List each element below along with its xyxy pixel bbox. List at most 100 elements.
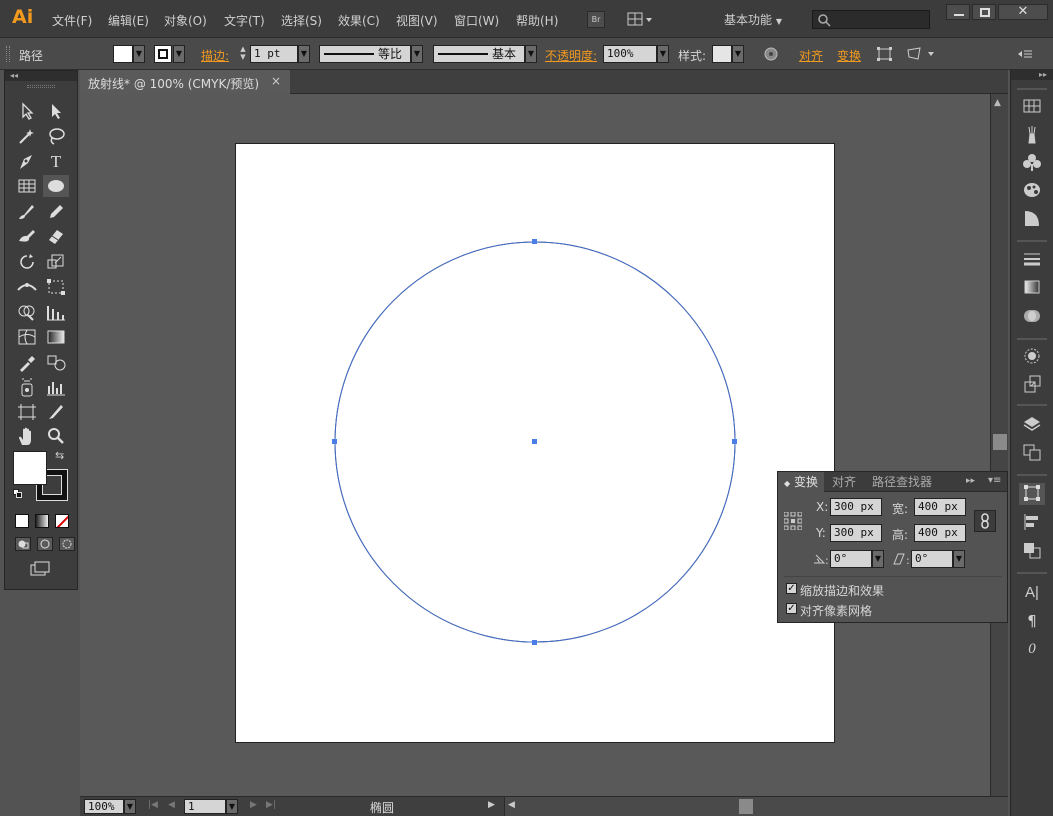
artboard-number-dropdown[interactable]: ▼ (226, 799, 238, 814)
menu-window[interactable]: 窗口(W) (454, 12, 499, 29)
layers-panel-icon[interactable] (1019, 414, 1045, 436)
y-field[interactable]: 300 px (830, 524, 882, 542)
menu-edit[interactable]: 编辑(E) (108, 12, 149, 29)
stroke-label[interactable]: 描边: (201, 47, 229, 64)
bridge-button[interactable]: Br (587, 11, 605, 28)
fill-color-box[interactable] (13, 451, 47, 485)
vertical-scroll-thumb[interactable] (993, 434, 1007, 450)
collapse-toolbar-icon[interactable]: ◂◂ (5, 71, 77, 81)
workspace-switcher[interactable]: 基本功能 ▼ (724, 11, 782, 28)
tab-transform[interactable]: ◆ 变换 (778, 472, 824, 492)
grip-handle[interactable] (6, 46, 10, 62)
vertical-scrollbar[interactable]: ▲ (990, 94, 1008, 796)
close-window-button[interactable]: ✕ (998, 4, 1048, 20)
gradient-panel-icon[interactable] (1019, 277, 1045, 299)
swatches-panel-icon[interactable] (1019, 96, 1045, 118)
next-artboard-icon[interactable]: ▶ (250, 800, 257, 810)
fill-dropdown[interactable]: ▼ (133, 45, 145, 63)
status-menu-icon[interactable]: ▶ (488, 800, 495, 810)
brushes-panel-icon[interactable] (1019, 125, 1045, 147)
lasso-tool[interactable] (43, 125, 69, 147)
pen-tool[interactable] (14, 151, 40, 173)
stroke-weight-dropdown[interactable]: ▼ (298, 45, 310, 63)
transform-panel-icon[interactable] (1019, 483, 1045, 505)
center-point[interactable] (532, 439, 537, 444)
opacity-field[interactable]: 100% (603, 45, 657, 63)
gradient-mode-button[interactable] (35, 514, 49, 528)
opentype-panel-icon[interactable]: 0 (1019, 638, 1045, 660)
panel-expand-icon[interactable]: ▸▸ (966, 476, 975, 486)
horizontal-scroll-thumb[interactable] (739, 799, 753, 814)
anchor-point-right[interactable] (732, 439, 737, 444)
minimize-button[interactable] (946, 4, 970, 20)
color-mode-button[interactable] (15, 514, 29, 528)
blend-tool[interactable] (43, 351, 69, 373)
paragraph-panel-icon[interactable]: ¶ (1019, 610, 1045, 632)
type-tool[interactable]: T (43, 151, 69, 173)
puppet-warp-button[interactable] (906, 46, 936, 62)
zoom-tool[interactable] (43, 425, 69, 447)
graphic-styles-panel-icon[interactable] (1019, 180, 1045, 202)
stroke-profile-select[interactable]: 等比 (319, 45, 411, 63)
shape-builder-tool[interactable] (14, 301, 40, 323)
gradient-tool[interactable] (43, 326, 69, 348)
scroll-up-icon[interactable]: ▲ (994, 98, 1001, 108)
align-link[interactable]: 对齐 (799, 47, 823, 64)
stroke-weight-stepper[interactable]: ▲ ▼ (237, 45, 249, 63)
artboards-panel-icon[interactable] (1019, 442, 1045, 464)
menu-help[interactable]: 帮助(H) (516, 12, 558, 29)
last-artboard-icon[interactable]: ▶| (266, 800, 276, 810)
hand-tool[interactable] (14, 425, 40, 447)
width-tool[interactable] (14, 276, 40, 298)
search-input[interactable] (812, 10, 930, 29)
menu-object[interactable]: 对象(O) (164, 12, 207, 29)
eraser-tool[interactable] (43, 225, 69, 247)
symbols-panel-icon[interactable] (1019, 152, 1045, 174)
menu-view[interactable]: 视图(V) (396, 12, 438, 29)
brush-dropdown[interactable]: ▼ (525, 45, 537, 63)
anchor-point-left[interactable] (332, 439, 337, 444)
fill-swatch[interactable] (113, 45, 133, 63)
column-graph-tool[interactable] (43, 376, 69, 398)
horizontal-scrollbar[interactable]: ◀ (504, 797, 1008, 816)
transparency-panel-icon[interactable] (1019, 306, 1045, 328)
draw-inside-button[interactable] (59, 537, 75, 551)
draw-behind-button[interactable] (37, 537, 53, 551)
arrange-documents-button[interactable] (627, 11, 655, 28)
slice-tool[interactable] (43, 401, 69, 423)
menu-effect[interactable]: 效果(C) (338, 12, 380, 29)
eyedropper-tool[interactable] (14, 351, 40, 373)
expand-dock-icon[interactable]: ▸▸ (1011, 70, 1053, 80)
scroll-left-icon[interactable]: ◀ (508, 800, 515, 810)
character-panel-icon[interactable]: A| (1019, 582, 1045, 604)
tab-pathfinder[interactable]: 路径查找器 (866, 472, 938, 492)
blob-brush-tool[interactable] (14, 225, 40, 247)
scale-strokes-checkbox[interactable]: ✓ (786, 583, 797, 594)
style-dropdown[interactable]: ▼ (732, 45, 744, 63)
first-artboard-icon[interactable]: |◀ (148, 800, 158, 810)
asset-export-panel-icon[interactable] (1019, 374, 1045, 396)
control-panel-menu-button[interactable] (1016, 46, 1034, 62)
opacity-dropdown[interactable]: ▼ (657, 45, 669, 63)
stroke-color-dropdown[interactable]: ▼ (173, 45, 185, 63)
previous-artboard-icon[interactable]: ◀ (168, 800, 175, 810)
tab-close-icon[interactable]: × (271, 74, 281, 88)
anchor-point-top[interactable] (532, 239, 537, 244)
x-field[interactable]: 300 px (830, 498, 882, 516)
draw-normal-button[interactable] (15, 537, 31, 551)
align-pixel-grid-checkbox[interactable]: ✓ (786, 603, 797, 614)
magic-wand-tool[interactable] (14, 125, 40, 147)
menu-file[interactable]: 文件(F) (52, 12, 92, 29)
mesh-tool[interactable] (14, 326, 40, 348)
artboard-tool[interactable] (14, 401, 40, 423)
default-colors-icon[interactable] (13, 489, 23, 499)
recolor-button[interactable] (763, 46, 779, 62)
line-segment-tool[interactable] (14, 175, 40, 197)
artboard-number-field[interactable]: 1 (184, 799, 226, 814)
brush-select[interactable]: 基本 (433, 45, 525, 63)
maximize-button[interactable] (972, 4, 996, 20)
document-tab[interactable]: 放射线* @ 100% (CMYK/预览) × (80, 70, 290, 94)
pencil-tool[interactable] (43, 200, 69, 222)
direct-selection-tool[interactable] (43, 100, 69, 122)
rotate-dropdown[interactable]: ▼ (872, 550, 884, 568)
